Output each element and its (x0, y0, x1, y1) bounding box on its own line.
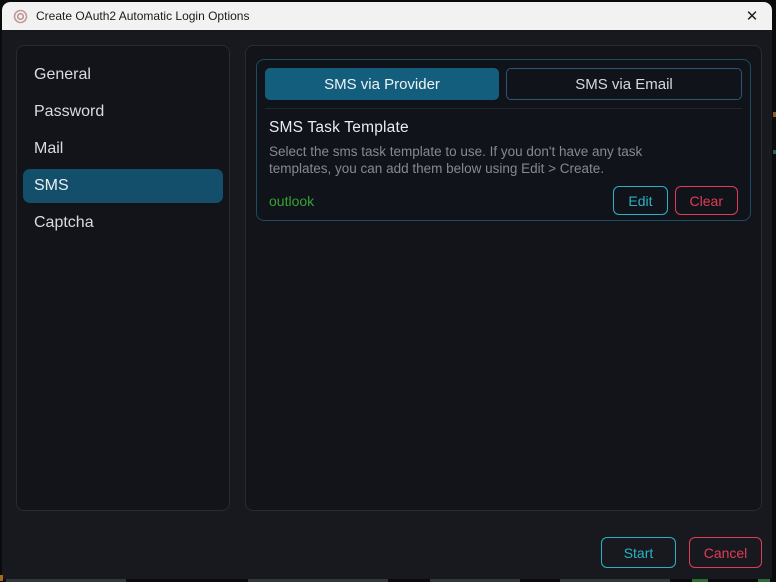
tab-separator (265, 108, 742, 109)
selected-template-value: outlook (269, 193, 314, 209)
section-description-line1: Select the sms task template to use. If … (269, 144, 642, 159)
section-title: SMS Task Template (269, 119, 738, 137)
sms-mode-tabs: SMS via Provider SMS via Email (265, 68, 742, 100)
titlebar: Create OAuth2 Automatic Login Options ✕ (2, 2, 772, 30)
app-logo-icon (12, 8, 28, 24)
edit-button[interactable]: Edit (613, 186, 667, 215)
sms-template-card: SMS via Provider SMS via Email SMS Task … (256, 59, 751, 221)
sms-settings-panel: SMS via Provider SMS via Email SMS Task … (245, 45, 762, 511)
tab-sms-via-provider[interactable]: SMS via Provider (265, 68, 499, 100)
dialog-window: Create OAuth2 Automatic Login Options ✕ … (2, 2, 772, 579)
sidebar-item-general[interactable]: General (23, 58, 223, 92)
cancel-button[interactable]: Cancel (689, 537, 762, 568)
background-window-sliver (0, 575, 3, 581)
sidebar-item-sms[interactable]: SMS (23, 169, 223, 203)
settings-sidebar: General Password Mail SMS Captcha (16, 45, 230, 511)
sidebar-item-password[interactable]: Password (23, 95, 223, 129)
tab-sms-via-email[interactable]: SMS via Email (506, 68, 742, 100)
clear-button[interactable]: Clear (675, 186, 738, 215)
sidebar-item-captcha[interactable]: Captcha (23, 206, 223, 240)
template-row: outlook Edit Clear (269, 186, 738, 215)
start-button[interactable]: Start (601, 537, 676, 568)
section-description: Select the sms task template to use. If … (269, 143, 738, 177)
close-icon[interactable]: ✕ (732, 2, 772, 30)
window-title: Create OAuth2 Automatic Login Options (36, 9, 249, 23)
sidebar-item-mail[interactable]: Mail (23, 132, 223, 166)
screen: { "window": { "title": "Create OAuth2 Au… (0, 0, 776, 582)
section-description-line2: templates, you can add them below using … (269, 161, 604, 176)
